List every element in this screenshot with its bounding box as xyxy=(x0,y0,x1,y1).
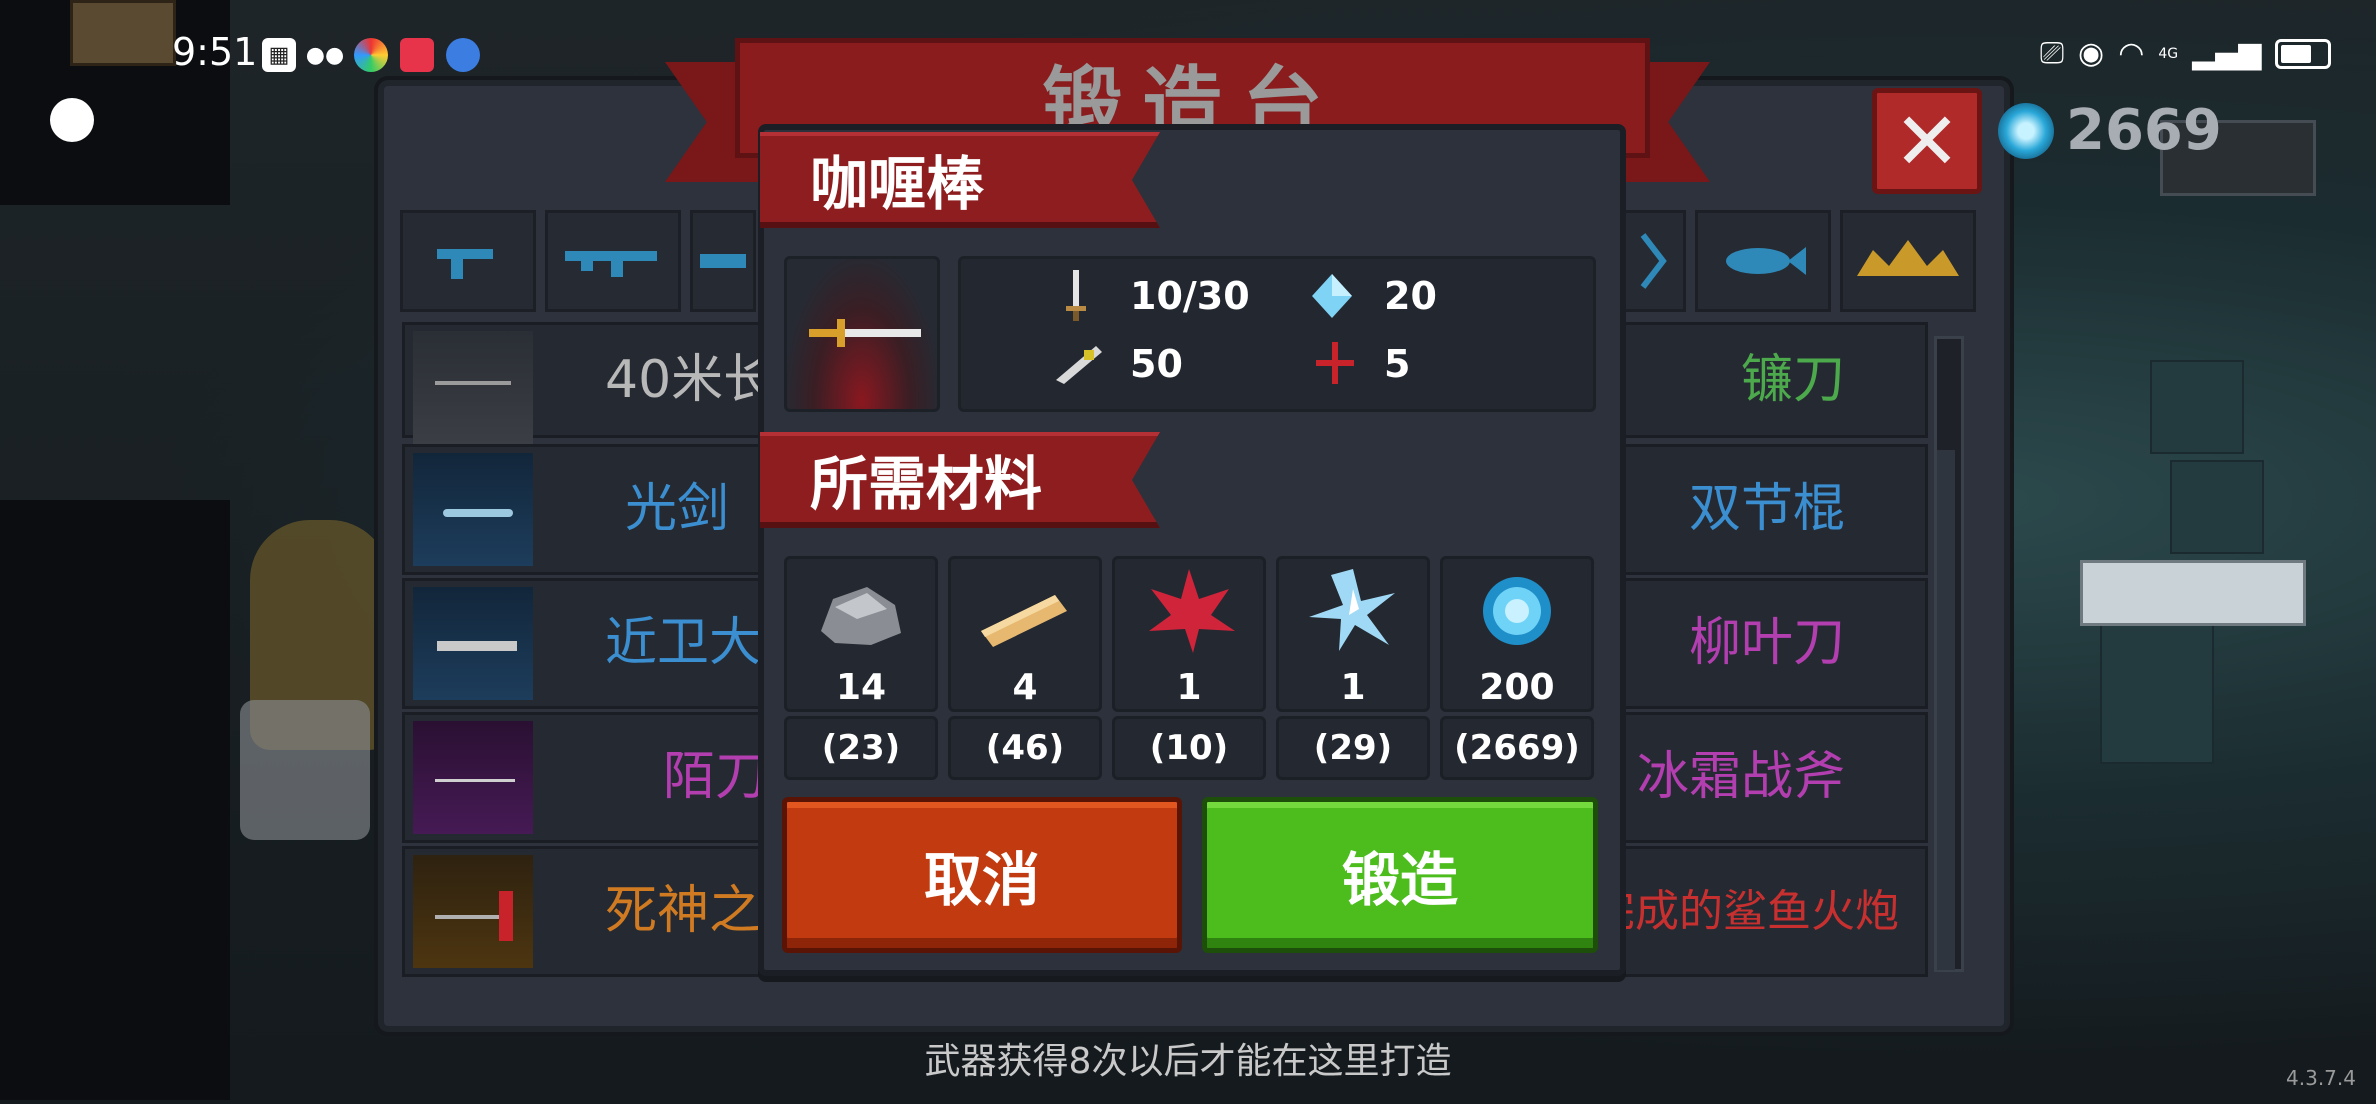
blue-gem-icon xyxy=(1483,577,1551,645)
signal-icon: ▂▄▆ xyxy=(2192,36,2262,71)
version-label: 4.3.7.4 xyxy=(2286,1066,2356,1090)
weapon-name-right: 双节棍 xyxy=(1688,479,1845,539)
material-slot: 4 xyxy=(948,556,1102,712)
weapon-name: 咖喱棒 xyxy=(810,150,985,218)
weapon-name-right: 完成的鲨鱼火炮 xyxy=(1591,886,1899,937)
app-icon xyxy=(354,38,388,72)
weapon-name-left: 近卫大 xyxy=(605,613,762,673)
floating-ball[interactable] xyxy=(50,98,94,142)
spread-value: 5 xyxy=(1384,342,1411,386)
battery-icon xyxy=(2275,38,2332,69)
background-crate xyxy=(70,0,176,66)
background-tile xyxy=(2170,460,2264,554)
material-required: 1 xyxy=(1176,667,1202,708)
wood-plank-icon xyxy=(981,595,1067,647)
weapon-name-left: 死神之 xyxy=(605,881,762,941)
close-button[interactable]: ✕ xyxy=(1872,88,1982,194)
sword-icon xyxy=(809,319,921,347)
background-wall-lower xyxy=(0,500,230,1100)
scrollbar-thumb[interactable] xyxy=(1937,450,1955,970)
calendar-icon: ▦ xyxy=(262,38,296,72)
wechat-icon: ●● xyxy=(305,42,345,68)
background-machine xyxy=(2080,560,2306,626)
gem-counter: 2669 xyxy=(1998,98,2222,163)
background-tile xyxy=(2150,360,2244,454)
crit-icon xyxy=(1056,346,1102,384)
materials-ribbon: 所需材料 xyxy=(760,432,1160,528)
background-tile xyxy=(2100,610,2214,764)
weapon-name-left: 光剑 xyxy=(625,479,730,539)
ore-icon xyxy=(821,587,901,645)
cancel-label: 取消 xyxy=(923,846,1040,914)
material-slot: 1 xyxy=(1112,556,1266,712)
close-icon: ✕ xyxy=(1893,94,1961,188)
rifle-icon xyxy=(565,251,657,277)
weapon-thumbnail xyxy=(413,721,533,834)
weapon-preview xyxy=(784,256,940,412)
launcher-icon xyxy=(700,254,746,268)
material-owned: (2669) xyxy=(1440,716,1594,780)
tab-special[interactable] xyxy=(1840,210,1976,312)
weapon-name-right: 镰刀 xyxy=(1740,350,1845,410)
gem-count-value: 2669 xyxy=(2066,98,2222,163)
energy-value: 20 xyxy=(1384,274,1437,318)
eye-icon: ◉ xyxy=(2078,36,2105,71)
weapon-name-right: 冰霜战斧 xyxy=(1636,747,1845,807)
ice-crystal-icon xyxy=(1309,569,1395,651)
damage-icon xyxy=(1066,270,1086,321)
material-slot: 200 xyxy=(1440,556,1594,712)
tab-launcher[interactable] xyxy=(690,210,756,312)
spread-icon xyxy=(1316,342,1354,384)
gem-icon xyxy=(1998,102,2054,159)
material-required: 4 xyxy=(1012,667,1038,708)
cancel-button[interactable]: 取消 xyxy=(782,797,1182,953)
forge-label: 锻造 xyxy=(1341,846,1458,914)
weapon-thumbnail xyxy=(413,587,533,700)
status-time: 9:51 xyxy=(172,30,258,74)
weapon-name-left: 陌刀 xyxy=(663,747,768,807)
notification-icons: ▦ ●● xyxy=(262,38,480,72)
material-required: 1 xyxy=(1340,667,1366,708)
pistol-icon xyxy=(437,249,493,279)
material-owned: (23) xyxy=(784,716,938,780)
material-owned: (10) xyxy=(1112,716,1266,780)
material-owned: (46) xyxy=(948,716,1102,780)
materials-title: 所需材料 xyxy=(810,450,1043,518)
network-label: 4G xyxy=(2158,45,2179,62)
wifi-icon: ◠ xyxy=(2118,36,2145,71)
crit-value: 50 xyxy=(1130,342,1183,386)
gas-cylinders xyxy=(240,700,370,840)
energy-icon xyxy=(1312,274,1352,318)
material-required: 200 xyxy=(1479,667,1555,708)
reader-icon xyxy=(400,38,434,72)
weapon-name-right: 柳叶刀 xyxy=(1688,613,1845,673)
system-status-icons: ⎚ ◉ ◠ 4G ▂▄▆ xyxy=(2040,36,2332,71)
weapon-thumbnail xyxy=(413,453,533,566)
weapon-thumbnail xyxy=(413,331,533,444)
weapon-stats-panel xyxy=(958,256,1596,412)
crown-icon xyxy=(1857,240,1959,276)
forge-hint: 武器获得8次以后才能在这里打造 xyxy=(924,1041,1452,1082)
damage-value: 10/30 xyxy=(1130,274,1250,318)
browser-icon xyxy=(446,38,480,72)
tab-pistol[interactable] xyxy=(400,210,536,312)
tab-rifle[interactable] xyxy=(545,210,681,312)
material-owned: (29) xyxy=(1276,716,1430,780)
weapon-name-left: 40米长 xyxy=(605,350,776,410)
material-slot: 1 xyxy=(1276,556,1430,712)
material-slot: 14 xyxy=(784,556,938,712)
weapon-thumbnail xyxy=(413,855,533,968)
cast-icon: ⎚ xyxy=(2040,36,2064,71)
tab-bow[interactable] xyxy=(1620,210,1686,312)
weapon-name-ribbon: 咖喱棒 xyxy=(760,132,1160,228)
fish-icon xyxy=(1726,247,1806,275)
forge-button[interactable]: 锻造 xyxy=(1202,797,1598,953)
tab-fish[interactable] xyxy=(1695,210,1831,312)
bow-icon xyxy=(1640,233,1667,289)
red-maple-leaf-icon xyxy=(1149,569,1235,653)
material-required: 14 xyxy=(835,667,887,708)
